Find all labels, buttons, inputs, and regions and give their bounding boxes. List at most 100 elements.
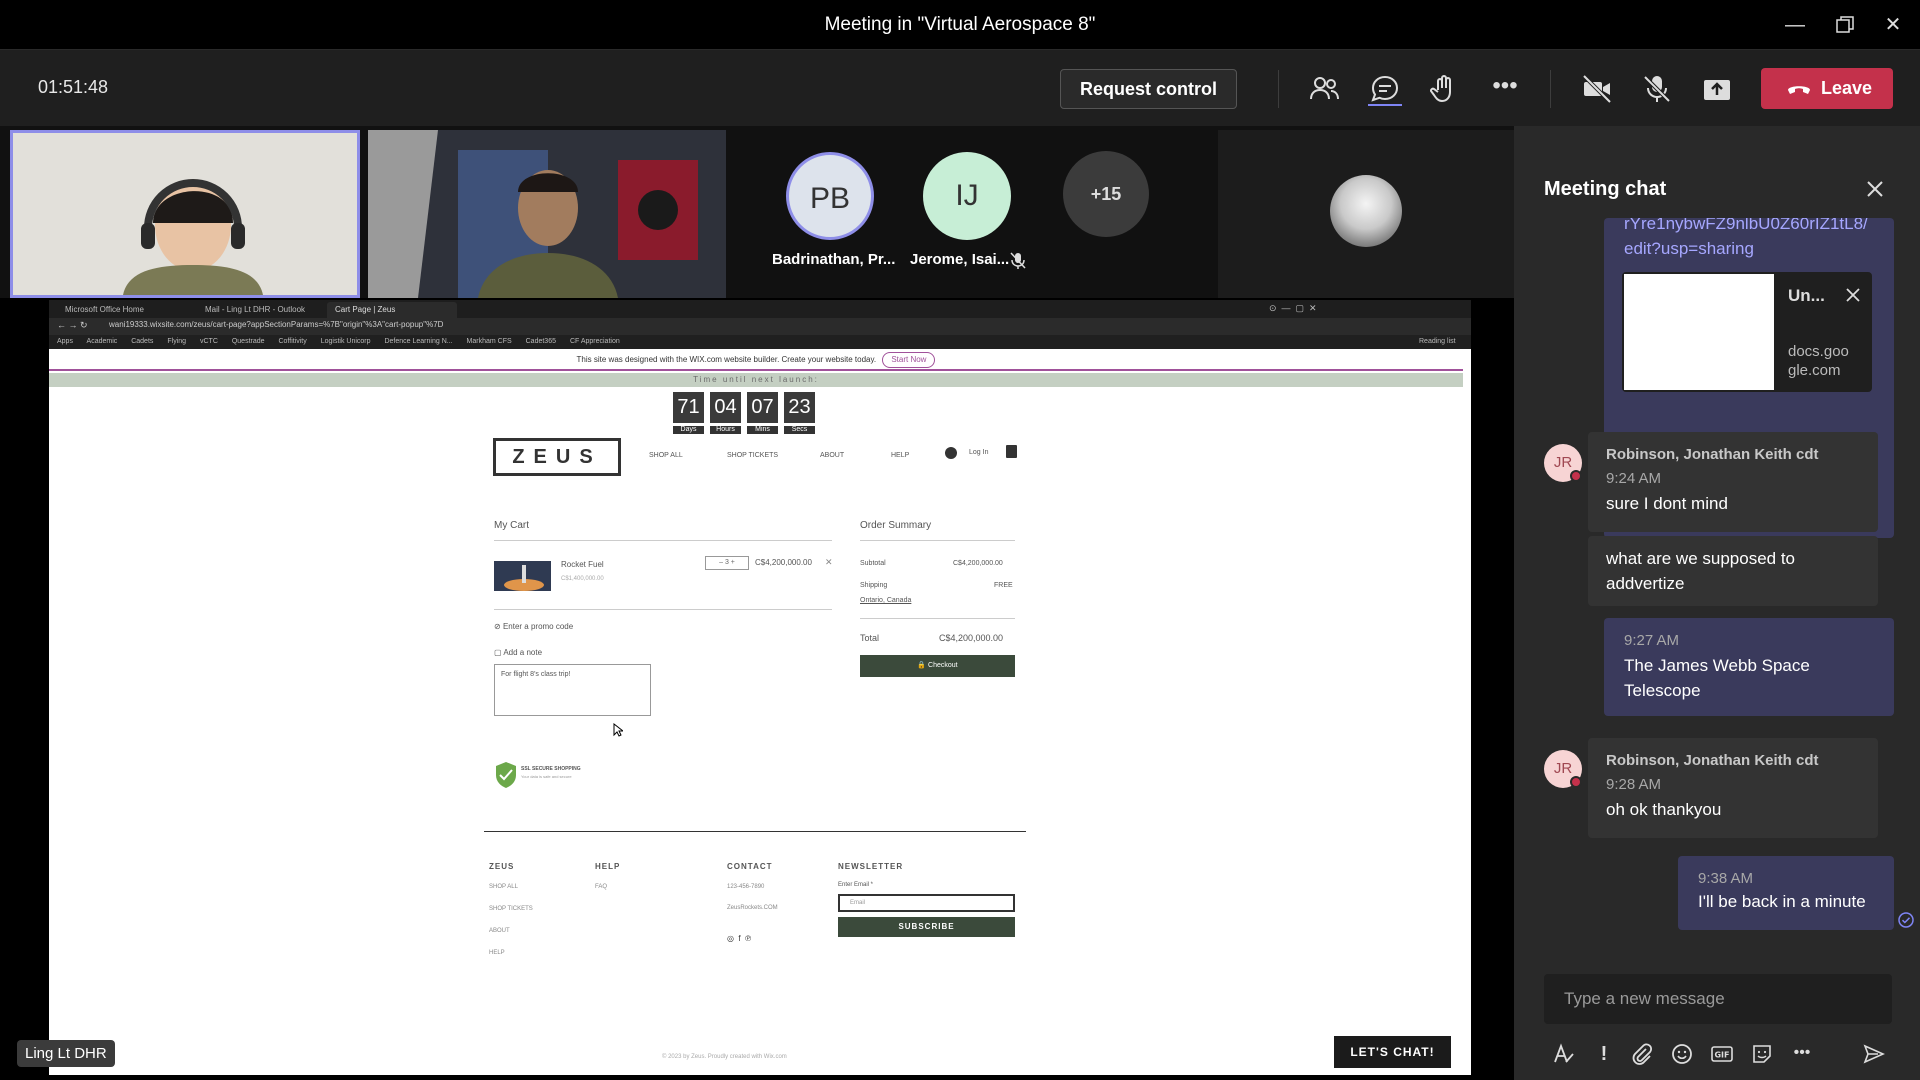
request-control-button[interactable]: Request control — [1060, 69, 1237, 109]
bookmark: Defence Learning N... — [384, 338, 453, 345]
message-time: 9:24 AM — [1606, 470, 1662, 487]
wix-banner: This site was designed with the WIX.com … — [49, 349, 1463, 371]
bookmark: Logistik Unicorp — [320, 338, 371, 345]
participant-video-feed — [13, 133, 357, 295]
participants-icon[interactable] — [1307, 72, 1341, 106]
more-options-icon[interactable]: ••• — [1488, 72, 1522, 106]
gif-icon[interactable]: GIF — [1710, 1042, 1734, 1066]
chat-title: Meeting chat — [1544, 178, 1667, 200]
participant-avatar-pb[interactable]: PB — [786, 152, 874, 240]
bookmark: CF Appreciation — [569, 338, 620, 345]
cart-bag-icon — [1006, 445, 1017, 458]
subtotal-value: C$4,200,000.00 — [953, 560, 1003, 567]
send-icon[interactable] — [1862, 1042, 1886, 1066]
user-icon — [945, 447, 957, 459]
bookmark: Academic — [86, 338, 118, 345]
participant-name-pb: Badrinathan, Pr... — [772, 251, 896, 268]
shared-browser-window: Microsoft Office Home Mail - Ling Lt DHR… — [49, 300, 1471, 1075]
total-value: C$4,200,000.00 — [939, 633, 1004, 643]
secure-shopping-subtext: Your data is safe and secure — [521, 774, 572, 779]
newsletter-email-input: Email — [838, 894, 1015, 912]
chat-message: Robinson, Jonathan Keith cdt 9:24 AM sur… — [1588, 432, 1878, 532]
checkout-label: Checkout — [928, 662, 958, 669]
bookmark: Cadets — [131, 338, 154, 345]
nav-about: ABOUT — [820, 452, 845, 459]
social-icons: ◎ f ℗ — [727, 934, 751, 943]
quantity-value: 3 — [724, 559, 729, 566]
footer-contact-title: CONTACT — [727, 862, 773, 871]
browser-tab-active: Cart Page | Zeus — [327, 302, 457, 318]
browser-nav-icons: ← → ↻ — [57, 320, 88, 330]
link-preview-card[interactable]: Un... docs.goo gle.com — [1622, 272, 1872, 392]
newsletter-title: NEWSLETTER — [838, 862, 904, 871]
more-actions-icon[interactable]: ••• — [1790, 1042, 1814, 1066]
meeting-toolbar: 01:51:48 Request control ••• Leave — [0, 50, 1920, 126]
chat-message-mine: 9:38 AM I'll be back in a minute — [1678, 856, 1894, 930]
footer-phone: 123-456-7890 — [727, 884, 765, 890]
countdown-secs: 23 — [784, 392, 815, 423]
toolbar-divider — [1550, 70, 1551, 108]
footer-link: SHOP ALL — [489, 884, 518, 890]
bookmark: Questrade — [231, 338, 265, 345]
footer-link: HELP — [489, 950, 505, 956]
close-window-icon[interactable]: ✕ — [1878, 10, 1908, 40]
shipping-value: FREE — [994, 582, 1013, 589]
raise-hand-icon[interactable] — [1428, 72, 1462, 106]
share-screen-icon[interactable] — [1700, 72, 1734, 106]
launch-label: Time until next launch: — [49, 373, 1463, 387]
countdown-label: Secs — [784, 426, 815, 434]
compose-message-input[interactable]: Type a new message — [1544, 974, 1892, 1024]
participant-tile-4[interactable] — [1218, 130, 1514, 298]
message-text: The James Webb Space Telescope — [1624, 656, 1810, 700]
divider — [860, 540, 1015, 541]
bookmark: Cadet365 — [525, 338, 556, 345]
checkout-button: 🔒 Checkout — [860, 655, 1015, 677]
close-chat-icon[interactable] — [1862, 176, 1888, 202]
footer-zeus-title: ZEUS — [489, 862, 515, 871]
footer-divider — [484, 831, 1026, 832]
bookmark: Flying — [167, 338, 187, 345]
important-icon[interactable]: ! — [1592, 1042, 1616, 1066]
restore-icon[interactable] — [1830, 10, 1860, 40]
minimize-icon[interactable]: — — [1780, 10, 1810, 40]
presenter-name-badge: Ling Lt DHR — [17, 1040, 115, 1067]
message-sender: Robinson, Jonathan Keith cdt — [1606, 752, 1819, 769]
add-note-label: Add a note — [503, 648, 543, 657]
bookmarks-bar: Apps Academic Cadets Flying vCTC Questra… — [49, 335, 1471, 349]
secure-shopping-text: SSL SECURE SHOPPING — [521, 766, 581, 772]
promo-label: Enter a promo code — [502, 622, 574, 631]
emoji-icon[interactable] — [1670, 1042, 1694, 1066]
participant-video-2[interactable] — [368, 130, 726, 298]
participant-video-1[interactable] — [10, 130, 360, 298]
chat-link-text[interactable]: rYre1nybwFZ9nlbU0Z60rIZ1tL8/ edit?usp=sh… — [1624, 218, 1868, 261]
leave-button[interactable]: Leave — [1761, 68, 1893, 109]
read-receipt-icon — [1898, 912, 1914, 928]
nav-shop-tickets: SHOP TICKETS — [727, 452, 779, 459]
sticker-icon[interactable] — [1750, 1042, 1774, 1066]
chat-message: what are we supposed to addvertize — [1588, 536, 1878, 606]
message-text: sure I dont mind — [1606, 494, 1728, 513]
participant-avatar-ij[interactable]: IJ — [923, 152, 1011, 240]
divider — [494, 609, 832, 610]
close-preview-icon[interactable] — [1844, 286, 1862, 304]
attach-icon[interactable] — [1630, 1042, 1654, 1066]
camera-off-icon[interactable] — [1580, 72, 1614, 106]
bookmark: vCTC — [200, 338, 218, 345]
browser-tab: Mail - Ling Lt DHR - Outlook — [205, 305, 306, 314]
participant-photo — [1330, 175, 1402, 247]
chat-icon[interactable] — [1368, 72, 1402, 106]
shipping-location: Ontario, Canada — [860, 597, 912, 604]
meeting-timer: 01:51:48 — [38, 77, 109, 97]
format-icon[interactable] — [1552, 1042, 1576, 1066]
more-participants-button[interactable]: +15 — [1063, 151, 1149, 237]
mouse-cursor-icon — [613, 723, 623, 737]
secure-shield-icon — [496, 762, 516, 788]
chat-link-line: rYre1nybwFZ9nlbU0Z60rIZ1tL8/ — [1624, 218, 1868, 233]
countdown-days: 71 — [673, 392, 704, 423]
muted-mic-icon — [1010, 252, 1026, 269]
message-time: 9:28 AM — [1606, 776, 1662, 793]
mic-off-icon[interactable] — [1640, 72, 1674, 106]
reading-list: Reading list — [1419, 338, 1456, 345]
lets-chat-button: LET'S CHAT! — [1334, 1036, 1451, 1068]
footer-link: FAQ — [595, 884, 608, 890]
